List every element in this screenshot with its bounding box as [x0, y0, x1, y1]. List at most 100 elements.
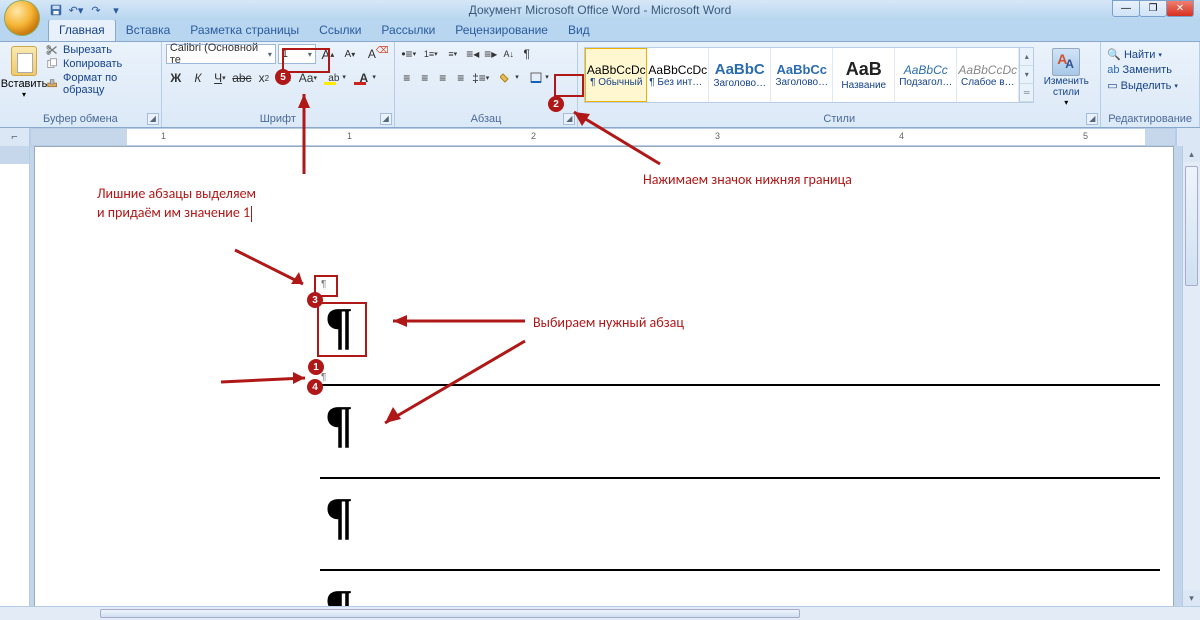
find-label: Найти [1124, 49, 1155, 61]
change-styles-button[interactable]: Изменить стили ▾ [1036, 44, 1096, 112]
subscript-button[interactable]: x2 [254, 68, 274, 88]
group-paragraph: •≡▾ 1≡▾ ≡▾ ≡◂ ≡▸ A↓ ¶ ≡ ≡ ≡ ≡ ‡≡▾ ▾ ▾ Аб… [395, 42, 579, 127]
bullets-button[interactable]: •≡▾ [399, 44, 419, 64]
hscroll-thumb[interactable] [100, 609, 800, 618]
style-preview: AaBbCcDc [587, 63, 646, 77]
style-item[interactable]: AaBbCcDcСлабое в… [957, 48, 1019, 102]
style-item[interactable]: AaBbCcDc¶ Обычный [585, 48, 647, 102]
style-preview: AaBbCc [776, 62, 827, 77]
pilcrow-2: ¶ [325, 395, 353, 454]
align-justify-button[interactable]: ≡ [453, 68, 469, 88]
pilcrow-1: ¶ [325, 297, 353, 356]
tab-view[interactable]: Вид [558, 20, 600, 41]
save-icon[interactable] [48, 2, 64, 18]
more-icon: ═ [1020, 84, 1033, 102]
change-case-button[interactable]: Aa▾ [298, 68, 318, 88]
align-left-button[interactable]: ≡ [399, 68, 415, 88]
indent-inc-button[interactable]: ≡▸ [483, 44, 499, 64]
replace-button[interactable]: ab Заменить [1107, 64, 1178, 76]
gallery-scroll[interactable]: ▴ ▾ ═ [1019, 48, 1033, 102]
scroll-up-icon[interactable]: ▴ [1183, 146, 1200, 162]
undo-icon[interactable]: ↶▾ [68, 2, 84, 18]
style-item[interactable]: AaBbCcDc¶ Без инте… [647, 48, 709, 102]
vertical-ruler[interactable] [0, 146, 30, 606]
chevron-down-icon: ▾ [1020, 66, 1033, 84]
minimize-button[interactable]: — [1112, 0, 1140, 17]
align-center-button[interactable]: ≡ [417, 68, 433, 88]
tab-layout[interactable]: Разметка страницы [180, 20, 309, 41]
paste-button[interactable]: Вставить ▾ [4, 44, 44, 101]
clear-format-button[interactable]: A⌫ [362, 44, 382, 64]
chevron-up-icon: ▴ [1020, 48, 1033, 66]
arrow-diag-to-pilcrow2 [365, 337, 535, 437]
multilevel-button[interactable]: ≡▾ [443, 44, 463, 64]
styles-title: Стили [582, 112, 1096, 127]
vscroll-thumb[interactable] [1185, 166, 1198, 286]
font-color-button[interactable]: A▾ [350, 68, 378, 88]
tab-references[interactable]: Ссылки [309, 20, 371, 41]
close-button[interactable]: ✕ [1166, 0, 1194, 17]
change-styles-label: Изменить стили [1036, 76, 1096, 98]
scroll-down-icon[interactable]: ▾ [1183, 590, 1200, 606]
find-button[interactable]: 🔍Найти▾ [1107, 48, 1178, 61]
font-name-combo[interactable]: Calibri (Основной те▾ [166, 44, 276, 64]
qat-more-icon[interactable]: ▾ [108, 2, 124, 18]
select-button[interactable]: ▭Выделить▾ [1107, 79, 1178, 92]
clipboard-launcher[interactable]: ◢ [147, 113, 159, 125]
ribbon: Вставить ▾ Вырезать Копировать Формат по… [0, 42, 1200, 128]
ruler-toggle[interactable] [1176, 128, 1200, 146]
style-label: ¶ Обычный [588, 77, 644, 88]
font-launcher[interactable]: ◢ [380, 113, 392, 125]
font-size-combo[interactable]: 1▾ [278, 44, 316, 64]
underline-button[interactable]: Ч▾ [210, 68, 230, 88]
replace-label: Заменить [1123, 64, 1172, 76]
horizontal-scrollbar[interactable] [0, 606, 1200, 620]
cut-label: Вырезать [63, 44, 112, 56]
vertical-scrollbar[interactable]: ▴ ▾ [1182, 146, 1200, 606]
pilcrow-small-2: ¶ [321, 372, 326, 383]
line-spacing-button[interactable]: ‡≡▾ [471, 68, 491, 88]
redo-icon[interactable]: ↷ [88, 2, 104, 18]
marker-one: 1 [308, 359, 324, 375]
tab-mailings[interactable]: Рассылки [371, 20, 445, 41]
strike-button[interactable]: abc [232, 68, 252, 88]
shrink-font-button[interactable]: A▾ [340, 44, 360, 64]
sort-button[interactable]: A↓ [501, 44, 517, 64]
paste-icon [11, 46, 37, 76]
styles-launcher[interactable]: ◢ [1086, 113, 1098, 125]
tab-insert[interactable]: Вставка [116, 20, 181, 41]
replace-icon: ab [1107, 64, 1119, 76]
paragraph-launcher[interactable]: ◢ [563, 113, 575, 125]
arrow-from-mid-to-pilcrow1 [375, 307, 535, 337]
tab-home[interactable]: Главная [48, 19, 116, 41]
office-button[interactable] [4, 0, 40, 36]
numbering-button[interactable]: 1≡▾ [421, 44, 441, 64]
grow-font-button[interactable]: A▴ [318, 44, 338, 64]
style-preview: AaBbCcDc [648, 63, 707, 77]
borders-button[interactable]: ▾ [523, 68, 551, 88]
style-item[interactable]: AaBbCcПодзагол… [895, 48, 957, 102]
cut-button[interactable]: Вырезать [46, 44, 157, 56]
group-clipboard: Вставить ▾ Вырезать Копировать Формат по… [0, 42, 162, 127]
indent-dec-button[interactable]: ≡◂ [465, 44, 481, 64]
anno-left-line1: Лишние абзацы выделяем [97, 185, 256, 204]
bold-button[interactable]: Ж [166, 68, 186, 88]
horizontal-ruler[interactable]: 1 1 2 3 4 5 [30, 128, 1176, 146]
tab-review[interactable]: Рецензирование [445, 20, 558, 41]
italic-button[interactable]: К [188, 68, 208, 88]
style-label: Заголово… [711, 78, 768, 89]
maximize-button[interactable]: ❐ [1139, 0, 1167, 17]
ruler-corner[interactable]: ⌐ [0, 128, 30, 146]
align-right-button[interactable]: ≡ [435, 68, 451, 88]
highlight-button[interactable]: ab▾ [320, 68, 348, 88]
show-marks-button[interactable]: ¶ [519, 44, 535, 64]
format-painter-button[interactable]: Формат по образцу [46, 72, 157, 96]
styles-gallery[interactable]: AaBbCcDc¶ ОбычныйAaBbCcDc¶ Без инте…AaBb… [584, 47, 1034, 103]
window-controls: — ❐ ✕ [1113, 0, 1194, 17]
style-item[interactable]: AaBbCЗаголово… [709, 48, 771, 102]
shading-button[interactable]: ▾ [493, 68, 521, 88]
page[interactable]: Лишние абзацы выделяем и придаём им знач… [34, 146, 1174, 606]
copy-button[interactable]: Копировать [46, 58, 157, 70]
style-item[interactable]: AaBbCcЗаголово… [771, 48, 833, 102]
style-item[interactable]: AaBНазвание [833, 48, 895, 102]
